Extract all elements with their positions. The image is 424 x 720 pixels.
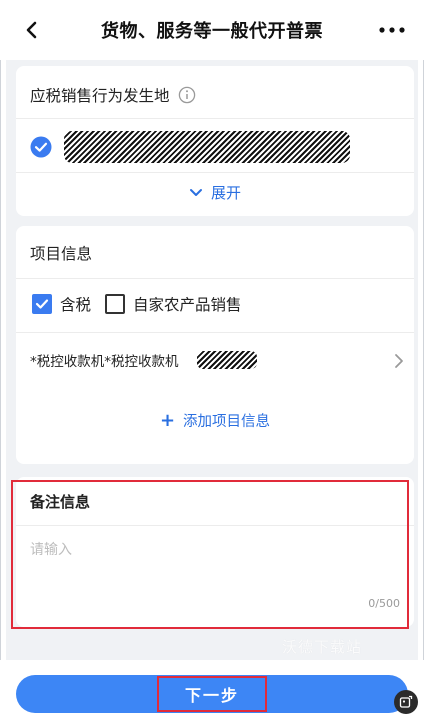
chevron-right-icon — [395, 354, 403, 368]
tax-included-label: 含税 — [60, 296, 92, 314]
self-produced-label: 自家农产品销售 — [133, 296, 242, 314]
item-row[interactable]: *税控收款机*税控收款机 — [30, 342, 404, 378]
more-dots-icon — [379, 27, 405, 33]
project-info-card: 项目信息 含税 自家农产品销售 *税控收款机*税控收款机 + 添加项目信息 — [16, 226, 414, 464]
selected-check-icon[interactable] — [30, 136, 52, 158]
top-nav-bar: 货物、服务等一般代开普票 — [0, 0, 424, 60]
chevron-down-icon — [189, 188, 202, 196]
next-step-label: 下一步 — [184, 686, 239, 705]
expand-label: 展开 — [210, 184, 241, 202]
next-step-highlight-box: 下一步 — [156, 676, 267, 712]
item-name: *税控收款机*税控收款机 — [30, 354, 179, 370]
remark-highlight-box — [11, 480, 409, 629]
checkbox-row: 含税 自家农产品销售 — [32, 293, 242, 315]
add-item-button[interactable]: + 添加项目信息 — [16, 410, 414, 431]
checkbox-unchecked-icon — [105, 294, 126, 314]
add-item-label: 添加项目信息 — [183, 414, 271, 430]
self-produced-checkbox[interactable]: 自家农产品销售 — [105, 293, 242, 315]
watermark-text: 沃德下载站 — [282, 638, 363, 656]
floating-share-button[interactable] — [394, 690, 418, 714]
divider — [16, 172, 414, 173]
divider — [16, 332, 414, 333]
bottom-bar: 下一步 — [0, 660, 424, 720]
location-card: 应税销售行为发生地 展开 — [16, 66, 414, 216]
location-label: 应税销售行为发生地 — [30, 87, 170, 105]
expand-toggle[interactable]: 展开 — [16, 182, 414, 203]
chevron-left-icon — [26, 21, 37, 39]
plus-icon: + — [159, 410, 176, 431]
share-image-icon — [399, 695, 413, 708]
more-button[interactable] — [372, 18, 412, 42]
divider — [16, 118, 414, 119]
next-step-button[interactable]: 下一步 — [16, 675, 408, 713]
redacted-item-amount — [196, 351, 257, 369]
info-icon[interactable] — [178, 86, 196, 104]
tax-included-checkbox[interactable]: 含税 — [32, 293, 91, 315]
back-button[interactable] — [18, 16, 46, 44]
project-info-title: 项目信息 — [30, 245, 93, 263]
checkbox-checked-icon — [32, 294, 52, 314]
location-label-row: 应税销售行为发生地 — [30, 84, 196, 106]
redacted-location-value — [64, 131, 350, 163]
divider — [16, 278, 414, 279]
page-title: 货物、服务等一般代开普票 — [101, 21, 323, 42]
location-option-row[interactable] — [30, 131, 350, 163]
